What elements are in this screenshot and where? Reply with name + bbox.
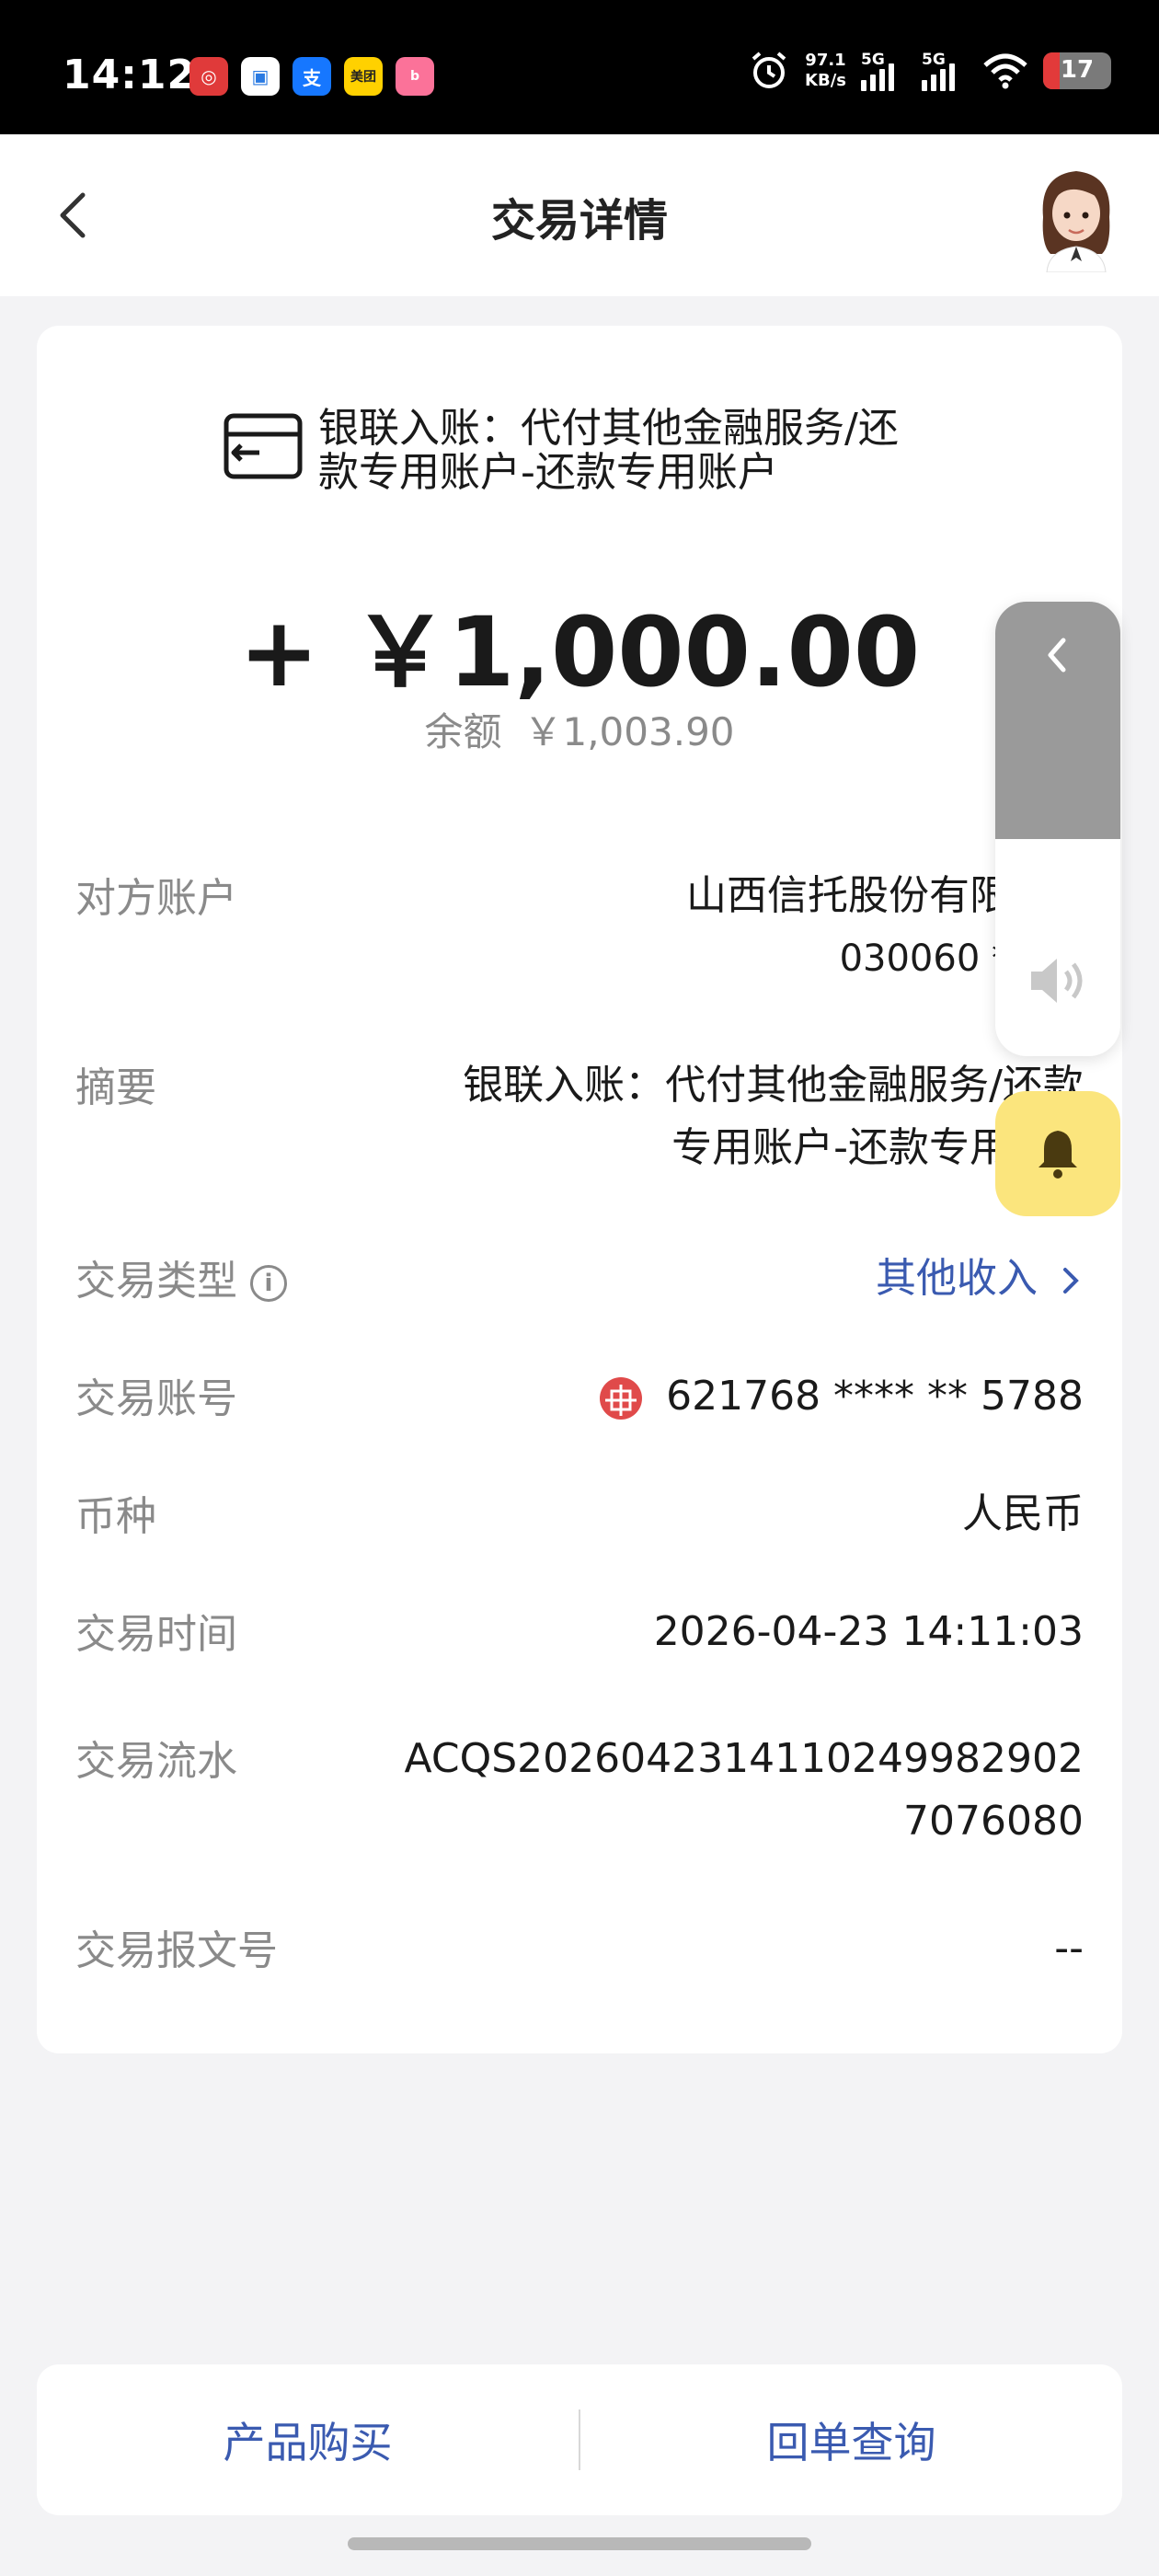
currency-value: 人民币 xyxy=(962,1490,1084,1537)
alipay-icon: 支 xyxy=(293,57,331,96)
memo-line-2: 专用账户-还款专用 xyxy=(671,1124,1010,1171)
type-value[interactable]: 其他收入 xyxy=(876,1248,1084,1310)
summary-text: 银联入账：代付其他金融服务/还款专用账户-还款专用账户 xyxy=(318,405,899,496)
net-speed-value: 97.1 xyxy=(805,51,846,70)
counterparty-account: 030060 * xyxy=(839,937,1010,980)
receipt-query-button[interactable]: 回单查询 xyxy=(580,2409,1122,2470)
serial-line-1: ACQS20260423141102499829​02 xyxy=(404,1735,1084,1782)
status-right: 97.1 KB/s 5G 5G 17 xyxy=(748,50,1111,92)
collapse-panel-button[interactable] xyxy=(995,602,1120,839)
assistant-avatar[interactable] xyxy=(1030,162,1122,273)
balance-label: 余额 xyxy=(424,709,502,754)
page-title: 交易详情 xyxy=(490,195,668,247)
home-indicator[interactable] xyxy=(348,2537,811,2550)
product-buy-button[interactable]: 产品购买 xyxy=(37,2409,579,2470)
nav-header: 交易详情 xyxy=(0,134,1159,296)
battery-level: 17 xyxy=(1060,56,1095,84)
currency-label: 币种 xyxy=(75,1493,156,1540)
signal-label-2: 5G xyxy=(922,51,946,69)
signal-icon: 5G xyxy=(861,51,907,91)
notification-button[interactable] xyxy=(995,1091,1120,1216)
net-speed-unit: KB/s xyxy=(805,71,846,90)
serial-line-2: 7076080 xyxy=(903,1798,1084,1845)
speaker-button[interactable] xyxy=(995,951,1120,1014)
battery-icon: 17 xyxy=(1043,52,1111,89)
balance-line: 余额 ￥1,003.90 xyxy=(37,701,1122,757)
status-bar: 14:12 ◎ ▣ 支 美团 b 97.1 KB/s 5G 5G 17 xyxy=(0,0,1159,134)
alarm-icon xyxy=(752,52,786,88)
counterparty-label: 对方账户 xyxy=(75,875,237,922)
card-transfer-icon xyxy=(224,413,303,479)
net-speed: 97.1 KB/s xyxy=(805,51,846,91)
serial-value: ACQS20260423141102499829​02 7076080 xyxy=(405,1728,1084,1853)
account-value: 621768 **** ** 5788 xyxy=(666,1373,1084,1420)
memo-label: 摘要 xyxy=(75,1064,156,1111)
citic-bank-icon: ◎ xyxy=(189,57,228,96)
serial-label: 交易流水 xyxy=(75,1738,237,1785)
message-no-label: 交易报文号 xyxy=(75,1927,278,1974)
message-no-value: -- xyxy=(1054,1925,1084,1972)
chat-app-icon: ▣ xyxy=(241,57,280,96)
bilibili-icon: b xyxy=(396,57,434,96)
chevron-left-icon xyxy=(1048,638,1066,673)
status-time: 14:12 xyxy=(63,52,197,98)
transaction-card: 银联入账：代付其他金融服务/还款专用账户-还款专用账户 + ￥1,000.00 … xyxy=(37,326,1122,2053)
counterparty-value: 山西信托股份有限 030060 * xyxy=(686,865,1010,990)
type-label: 交易类型 xyxy=(75,1258,237,1305)
wifi-icon xyxy=(983,53,1027,89)
type-value-text: 其他收入 xyxy=(876,1255,1038,1302)
chevron-right-icon xyxy=(1063,1268,1079,1294)
memo-line-1: 银联入账：代付其他金融服务/还款 xyxy=(463,1062,1084,1109)
floating-side-panel[interactable] xyxy=(995,602,1120,1056)
counterparty-name: 山西信托股份有限 xyxy=(686,872,1010,919)
bottom-action-bar: 产品购买 回单查询 xyxy=(37,2364,1122,2515)
signal-label-1: 5G xyxy=(861,51,885,69)
transaction-summary: 银联入账：代付其他金融服务/还款专用账户-还款专用账户 xyxy=(221,407,907,495)
time-label: 交易时间 xyxy=(75,1611,237,1658)
memo-value: 银联入账：代付其他金融服务/还款 专用账户-还款专用 xyxy=(463,1054,1084,1179)
citic-bank-logo-icon xyxy=(600,1377,643,1420)
time-value: 2026-04-23 14:11:03 xyxy=(653,1608,1084,1655)
type-label-row: 交易类型 i xyxy=(75,1248,287,1306)
bell-icon xyxy=(1039,1131,1077,1179)
meituan-icon: 美团 xyxy=(344,57,383,96)
account-label: 交易账号 xyxy=(75,1375,237,1422)
account-value-row: 621768 **** ** 5788 xyxy=(600,1365,1084,1428)
balance-value: ￥1,003.90 xyxy=(523,709,735,754)
speaker-icon xyxy=(1031,959,1083,1003)
avatar-icon xyxy=(1042,171,1110,273)
transaction-amount: + ￥1,000.00 xyxy=(238,596,921,708)
signal-icon: 5G xyxy=(922,51,968,91)
info-icon[interactable]: i xyxy=(250,1265,287,1302)
notification-app-icons: ◎ ▣ 支 美团 b xyxy=(189,57,434,96)
